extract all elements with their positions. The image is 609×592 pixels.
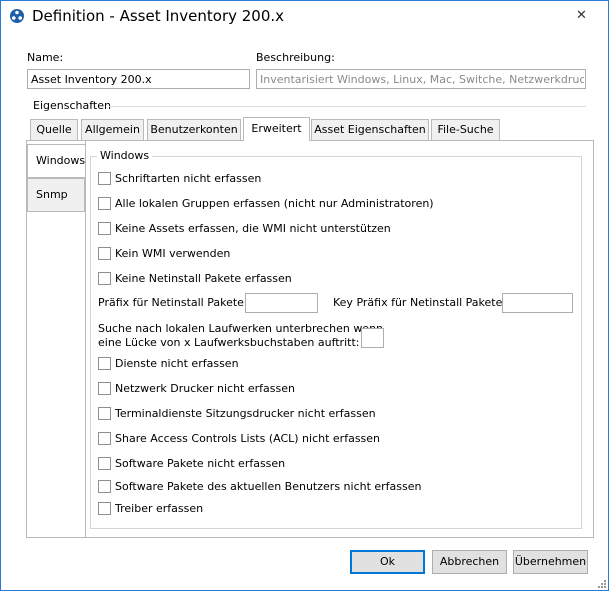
vtab-windows[interactable]: Windows bbox=[27, 144, 85, 178]
checkbox[interactable] bbox=[98, 502, 111, 515]
description-field[interactable]: Inventarisiert Windows, Linux, Mac, Swit… bbox=[256, 69, 586, 89]
checkbox[interactable] bbox=[98, 197, 111, 210]
tab-erweitert[interactable]: Erweitert bbox=[243, 117, 310, 141]
close-icon[interactable]: ✕ bbox=[573, 8, 590, 24]
key-prefix-label: Key Präfix für Netinstall Pakete: bbox=[333, 296, 507, 309]
checkbox-label: Dienste nicht erfassen bbox=[115, 357, 239, 370]
resize-grip-icon[interactable] bbox=[595, 577, 607, 589]
checkbox-label: Terminaldienste Sitzungsdrucker nicht er… bbox=[115, 407, 376, 420]
name-field[interactable]: Asset Inventory 200.x bbox=[27, 69, 250, 89]
drive-gap-label-line2: eine Lücke von x Laufwerksbuchstaben auf… bbox=[98, 336, 360, 349]
properties-group-label: Eigenschaften bbox=[33, 99, 111, 112]
tab-benutzerkonten[interactable]: Benutzerkonten bbox=[147, 119, 241, 140]
checkbox[interactable] bbox=[98, 272, 111, 285]
tab-file-suche[interactable]: File-Suche bbox=[431, 119, 500, 140]
checkbox[interactable] bbox=[98, 480, 111, 493]
checkbox[interactable] bbox=[98, 222, 111, 235]
checkbox-label: Keine Netinstall Pakete erfassen bbox=[115, 272, 292, 285]
tab-asset-eigenschaften[interactable]: Asset Eigenschaften bbox=[311, 119, 429, 140]
checkbox[interactable] bbox=[98, 432, 111, 445]
title-bar[interactable]: Definition - Asset Inventory 200.x ✕ bbox=[1, 1, 608, 31]
netinstall-prefix-label: Präfix für Netinstall Pakete: bbox=[98, 296, 248, 309]
checkbox-label: Netzwerk Drucker nicht erfassen bbox=[115, 382, 295, 395]
description-label: Beschreibung: bbox=[256, 51, 335, 64]
checkbox[interactable] bbox=[98, 247, 111, 260]
checkbox[interactable] bbox=[98, 457, 111, 470]
checkbox-label: Keine Assets erfassen, die WMI nicht unt… bbox=[115, 222, 391, 235]
checkbox-label: Software Pakete des aktuellen Benutzers … bbox=[115, 480, 422, 493]
drive-gap-field[interactable] bbox=[361, 328, 384, 348]
name-label: Name: bbox=[27, 51, 64, 64]
checkbox[interactable] bbox=[98, 357, 111, 370]
properties-group-divider bbox=[109, 106, 586, 107]
vertical-tab-divider bbox=[85, 141, 86, 537]
tab-allgemein[interactable]: Allgemein bbox=[81, 119, 144, 140]
window-title: Definition - Asset Inventory 200.x bbox=[32, 7, 285, 25]
checkbox-label: Share Access Controls Lists (ACL) nicht … bbox=[115, 432, 381, 445]
checkbox[interactable] bbox=[98, 407, 111, 420]
app-logo-icon bbox=[9, 8, 25, 24]
checkbox-label: Alle lokalen Gruppen erfassen (nicht nur… bbox=[115, 197, 434, 210]
checkbox-label: Software Pakete nicht erfassen bbox=[115, 457, 286, 470]
checkbox-label: Schriftarten nicht erfassen bbox=[115, 172, 262, 185]
key-prefix-field[interactable] bbox=[502, 293, 573, 313]
netinstall-prefix-field[interactable] bbox=[245, 293, 318, 313]
ok-button[interactable]: Ok bbox=[350, 550, 425, 574]
tab-quelle[interactable]: Quelle bbox=[30, 119, 78, 140]
checkbox-label: Kein WMI verwenden bbox=[115, 247, 231, 260]
description-field-value: Inventarisiert Windows, Linux, Mac, Swit… bbox=[260, 73, 584, 86]
checkbox[interactable] bbox=[98, 382, 111, 395]
dialog-window: Definition - Asset Inventory 200.x ✕ Nam… bbox=[0, 0, 609, 591]
vtab-snmp[interactable]: Snmp bbox=[27, 178, 85, 212]
apply-button[interactable]: Übernehmen bbox=[513, 550, 588, 574]
windows-group-title: Windows bbox=[97, 149, 153, 162]
name-field-value: Asset Inventory 200.x bbox=[31, 73, 152, 86]
checkbox-label: Treiber erfassen bbox=[115, 502, 204, 515]
cancel-button[interactable]: Abbrechen bbox=[432, 550, 507, 574]
drive-gap-label-line1: Suche nach lokalen Laufwerken unterbrech… bbox=[98, 322, 384, 335]
checkbox[interactable] bbox=[98, 172, 111, 185]
